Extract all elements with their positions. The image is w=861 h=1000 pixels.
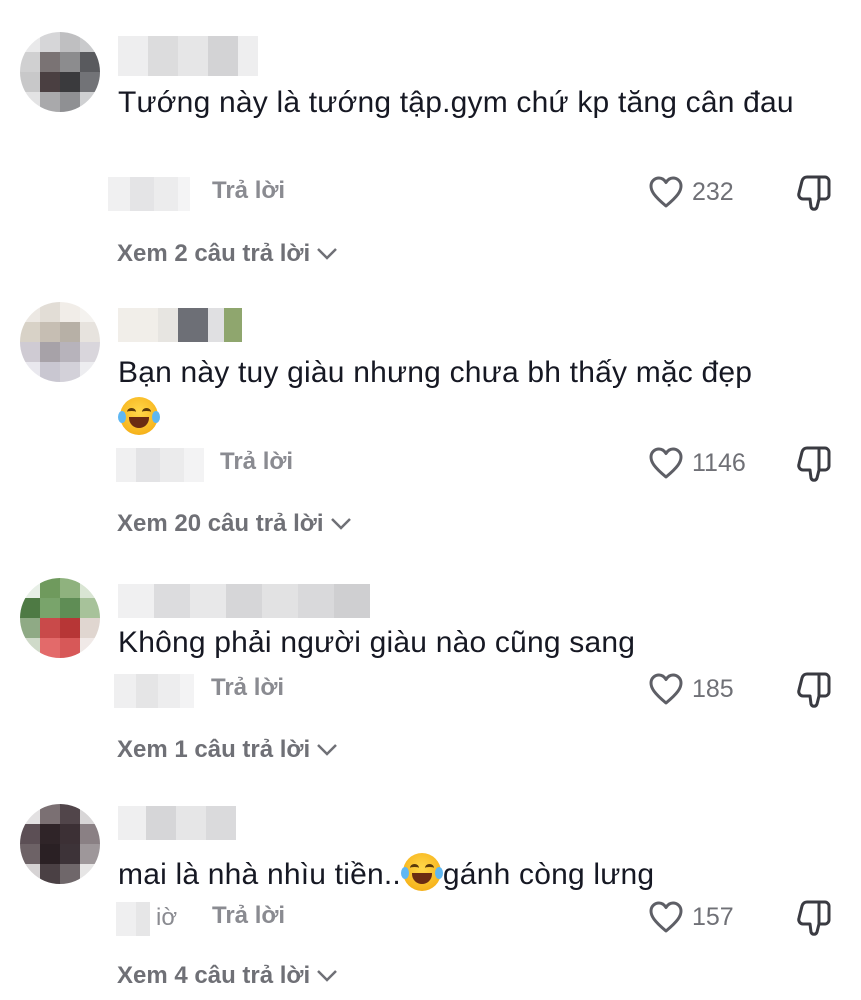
comment-text: Tướng này là tướng tập.gym chứ kp tăng c…	[118, 86, 794, 119]
comment-item: Tướng này là tướng tập.gym chứ kp tăng c…	[0, 0, 861, 280]
view-replies-button[interactable]: Xem 4 câu trả lời	[117, 962, 338, 990]
avatar[interactable]	[20, 578, 100, 658]
thumbs-down-outline-icon	[797, 900, 831, 936]
username-redacted[interactable]	[118, 584, 370, 618]
chevron-down-icon	[317, 744, 338, 756]
date-text: iờ	[156, 904, 178, 931]
avatar[interactable]	[20, 302, 100, 382]
like-count: 185	[692, 674, 734, 703]
chevron-down-icon	[317, 248, 338, 260]
dislike-button[interactable]	[795, 898, 833, 943]
heart-outline-icon	[649, 673, 683, 705]
chevron-down-icon	[330, 518, 351, 530]
comment-text: mai là nhà nhìu tiền.. gánh còng lưng	[118, 852, 798, 898]
avatar[interactable]	[20, 32, 100, 112]
reply-button[interactable]: Trả lời	[212, 177, 285, 205]
view-replies-button[interactable]: Xem 20 câu trả lời	[117, 510, 352, 538]
date-redacted	[108, 177, 190, 211]
comment-item: mai là nhà nhìu tiền.. gánh còng lưng iờ …	[0, 790, 861, 1000]
like-button[interactable]: 157	[648, 900, 734, 934]
chevron-down-icon	[317, 970, 338, 982]
username-redacted[interactable]	[118, 308, 242, 342]
reply-button[interactable]: Trả lời	[212, 902, 285, 930]
comment-meta: Trả lời 1146	[0, 446, 861, 486]
date-redacted	[114, 674, 194, 708]
dislike-button[interactable]	[795, 173, 833, 218]
comment-item: Bạn này tuy giàu nhưng chưa bh thấy mặc …	[0, 280, 861, 560]
date-redacted	[116, 448, 204, 482]
face-with-tears-of-joy-icon	[400, 853, 443, 891]
face-with-tears-of-joy-icon	[118, 397, 160, 435]
dislike-button[interactable]	[795, 444, 833, 489]
comment-text: Bạn này tuy giàu nhưng chưa bh thấy mặc …	[118, 350, 798, 442]
view-replies-button[interactable]: Xem 2 câu trả lời	[117, 240, 338, 268]
username-redacted[interactable]	[118, 36, 258, 76]
username-redacted[interactable]	[118, 806, 236, 840]
like-count: 1146	[692, 448, 746, 477]
heart-outline-icon	[649, 901, 683, 933]
like-button[interactable]: 232	[648, 175, 734, 209]
comment-meta: iờ Trả lời 157	[0, 900, 861, 940]
comment-meta: Trả lời 232	[0, 175, 861, 215]
like-count: 232	[692, 177, 734, 206]
reply-button[interactable]: Trả lời	[211, 674, 284, 702]
thumbs-down-outline-icon	[797, 672, 831, 708]
like-count: 157	[692, 902, 734, 931]
like-button[interactable]: 185	[648, 672, 734, 706]
avatar[interactable]	[20, 804, 100, 884]
view-replies-button[interactable]: Xem 1 câu trả lời	[117, 736, 338, 764]
comment-meta: Trả lời 185	[0, 672, 861, 712]
heart-outline-icon	[649, 176, 683, 208]
thumbs-down-outline-icon	[797, 446, 831, 482]
comment-item: Không phải người giàu nào cũng sang Trả …	[0, 560, 861, 790]
reply-button[interactable]: Trả lời	[220, 448, 293, 476]
comment-text: Không phải người giàu nào cũng sang	[118, 626, 636, 659]
dislike-button[interactable]	[795, 670, 833, 715]
date-redacted	[116, 902, 150, 936]
heart-outline-icon	[649, 447, 683, 479]
thumbs-down-outline-icon	[797, 175, 831, 211]
like-button[interactable]: 1146	[648, 446, 746, 480]
